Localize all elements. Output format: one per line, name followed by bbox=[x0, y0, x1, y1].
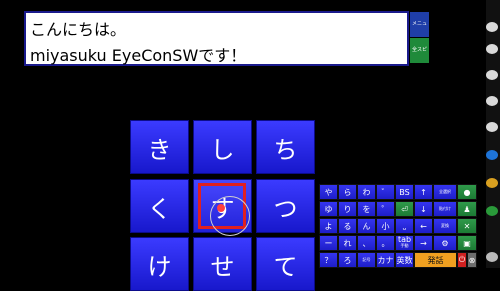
key-backspace[interactable]: BS bbox=[395, 184, 414, 200]
key-convert[interactable]: 変換 bbox=[433, 218, 457, 234]
kana-key-ke[interactable]: け bbox=[130, 237, 189, 291]
kana-key-se[interactable]: せ bbox=[193, 237, 252, 291]
app-icon[interactable] bbox=[486, 252, 498, 262]
kana-key-chi[interactable]: ち bbox=[256, 120, 315, 174]
app-icon[interactable] bbox=[486, 178, 498, 188]
gaze-cursor bbox=[210, 196, 250, 236]
gaze-point bbox=[217, 204, 225, 212]
small-keyboard: や ら わ ゛ BS ↑ 全選択 ● ゆ り を ゜ ⏎ ↓ 貼付け ♟ よ る… bbox=[319, 184, 490, 268]
person-icon: ♟ bbox=[463, 204, 471, 214]
kana-key-ki[interactable]: き bbox=[130, 120, 189, 174]
speak-all-button[interactable]: 全スピー bbox=[410, 38, 429, 63]
key-icon-4[interactable]: ⚙ bbox=[433, 235, 457, 251]
kana-key-te[interactable]: て bbox=[256, 237, 315, 291]
kana-key-ku[interactable]: く bbox=[130, 179, 189, 233]
kana-key-shi[interactable]: し bbox=[193, 120, 252, 174]
message-display: こんにちは。 miyasuku EyeConSWです！ bbox=[24, 11, 409, 66]
message-line-2: miyasuku EyeConSWです！ bbox=[30, 46, 247, 65]
key-ro[interactable]: ろ bbox=[338, 252, 357, 268]
app-icon[interactable] bbox=[486, 22, 498, 32]
key-wo[interactable]: を bbox=[357, 201, 376, 217]
key-katakana[interactable]: カナ bbox=[376, 252, 395, 268]
tools-icon: ✕ bbox=[463, 221, 471, 231]
key-enter[interactable]: ⏎ bbox=[395, 201, 414, 217]
key-symbols[interactable]: 記号 bbox=[357, 252, 376, 268]
message-line-1: こんにちは。 bbox=[30, 20, 127, 39]
key-small[interactable]: 小 bbox=[376, 218, 395, 234]
key-tab-sub-label: 手動 bbox=[400, 243, 409, 248]
key-icon-3[interactable]: ✕ bbox=[457, 218, 477, 234]
speak-button[interactable]: 発話 bbox=[414, 252, 457, 268]
app-icon[interactable] bbox=[486, 122, 498, 132]
exit-icon: ⊗ bbox=[468, 255, 476, 265]
key-comma[interactable]: 、 bbox=[357, 235, 376, 251]
key-icon-2[interactable]: ♟ bbox=[457, 201, 477, 217]
side-launcher bbox=[486, 0, 500, 268]
key-question[interactable]: ？ bbox=[319, 252, 338, 268]
key-right[interactable]: → bbox=[414, 235, 433, 251]
key-handakuten[interactable]: ゜ bbox=[376, 201, 395, 217]
key-space[interactable]: ⎵ bbox=[395, 218, 414, 234]
key-icon-6[interactable]: ⏻ bbox=[457, 252, 467, 268]
key-ru[interactable]: る bbox=[338, 218, 357, 234]
key-icon-1[interactable]: ● bbox=[457, 184, 477, 200]
settings-icon: ⚙ bbox=[441, 238, 449, 248]
key-select-all[interactable]: 全選択 bbox=[433, 184, 457, 200]
key-ra[interactable]: ら bbox=[338, 184, 357, 200]
key-wa[interactable]: わ bbox=[357, 184, 376, 200]
kana-grid: き し ち く す つ け せ て bbox=[130, 120, 319, 291]
key-n[interactable]: ん bbox=[357, 218, 376, 234]
app-icon[interactable] bbox=[486, 150, 498, 160]
key-yu[interactable]: ゆ bbox=[319, 201, 338, 217]
key-icon-7[interactable]: ⊗ bbox=[467, 252, 477, 268]
key-left[interactable]: ← bbox=[414, 218, 433, 234]
key-tab[interactable]: tab 手動 bbox=[395, 235, 414, 251]
key-icon-5[interactable]: ▣ bbox=[457, 235, 477, 251]
key-down[interactable]: ↓ bbox=[414, 201, 433, 217]
key-long-vowel[interactable]: ー bbox=[319, 235, 338, 251]
app-icon[interactable] bbox=[486, 70, 498, 80]
bulb-icon: ● bbox=[463, 187, 471, 197]
key-up[interactable]: ↑ bbox=[414, 184, 433, 200]
key-yo[interactable]: よ bbox=[319, 218, 338, 234]
key-ri[interactable]: り bbox=[338, 201, 357, 217]
key-alphanumeric[interactable]: 英数 bbox=[395, 252, 414, 268]
camera-icon: ▣ bbox=[463, 238, 471, 248]
power-icon: ⏻ bbox=[458, 255, 466, 264]
key-re[interactable]: れ bbox=[338, 235, 357, 251]
key-ya[interactable]: や bbox=[319, 184, 338, 200]
key-period[interactable]: 。 bbox=[376, 235, 395, 251]
app-icon[interactable] bbox=[486, 206, 498, 216]
app-icon[interactable] bbox=[486, 96, 498, 106]
menu-button[interactable]: メニュー bbox=[410, 12, 429, 37]
kana-key-tsu[interactable]: つ bbox=[256, 179, 315, 233]
app-icon[interactable] bbox=[486, 44, 498, 54]
key-dakuten[interactable]: ゛ bbox=[376, 184, 395, 200]
key-paste[interactable]: 貼付け bbox=[433, 201, 457, 217]
